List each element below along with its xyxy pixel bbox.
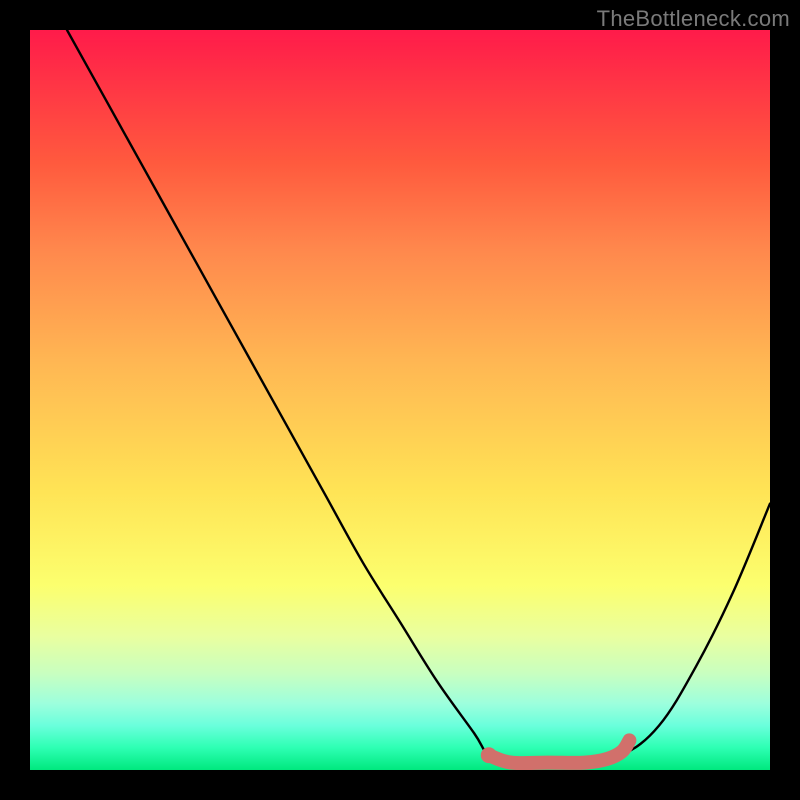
bottleneck-curve-path <box>67 30 770 763</box>
optimal-segment-path <box>489 740 630 763</box>
watermark-text: TheBottleneck.com <box>597 6 790 32</box>
chart-svg <box>30 30 770 770</box>
chart-area <box>30 30 770 770</box>
optimal-start-dot <box>481 747 497 763</box>
